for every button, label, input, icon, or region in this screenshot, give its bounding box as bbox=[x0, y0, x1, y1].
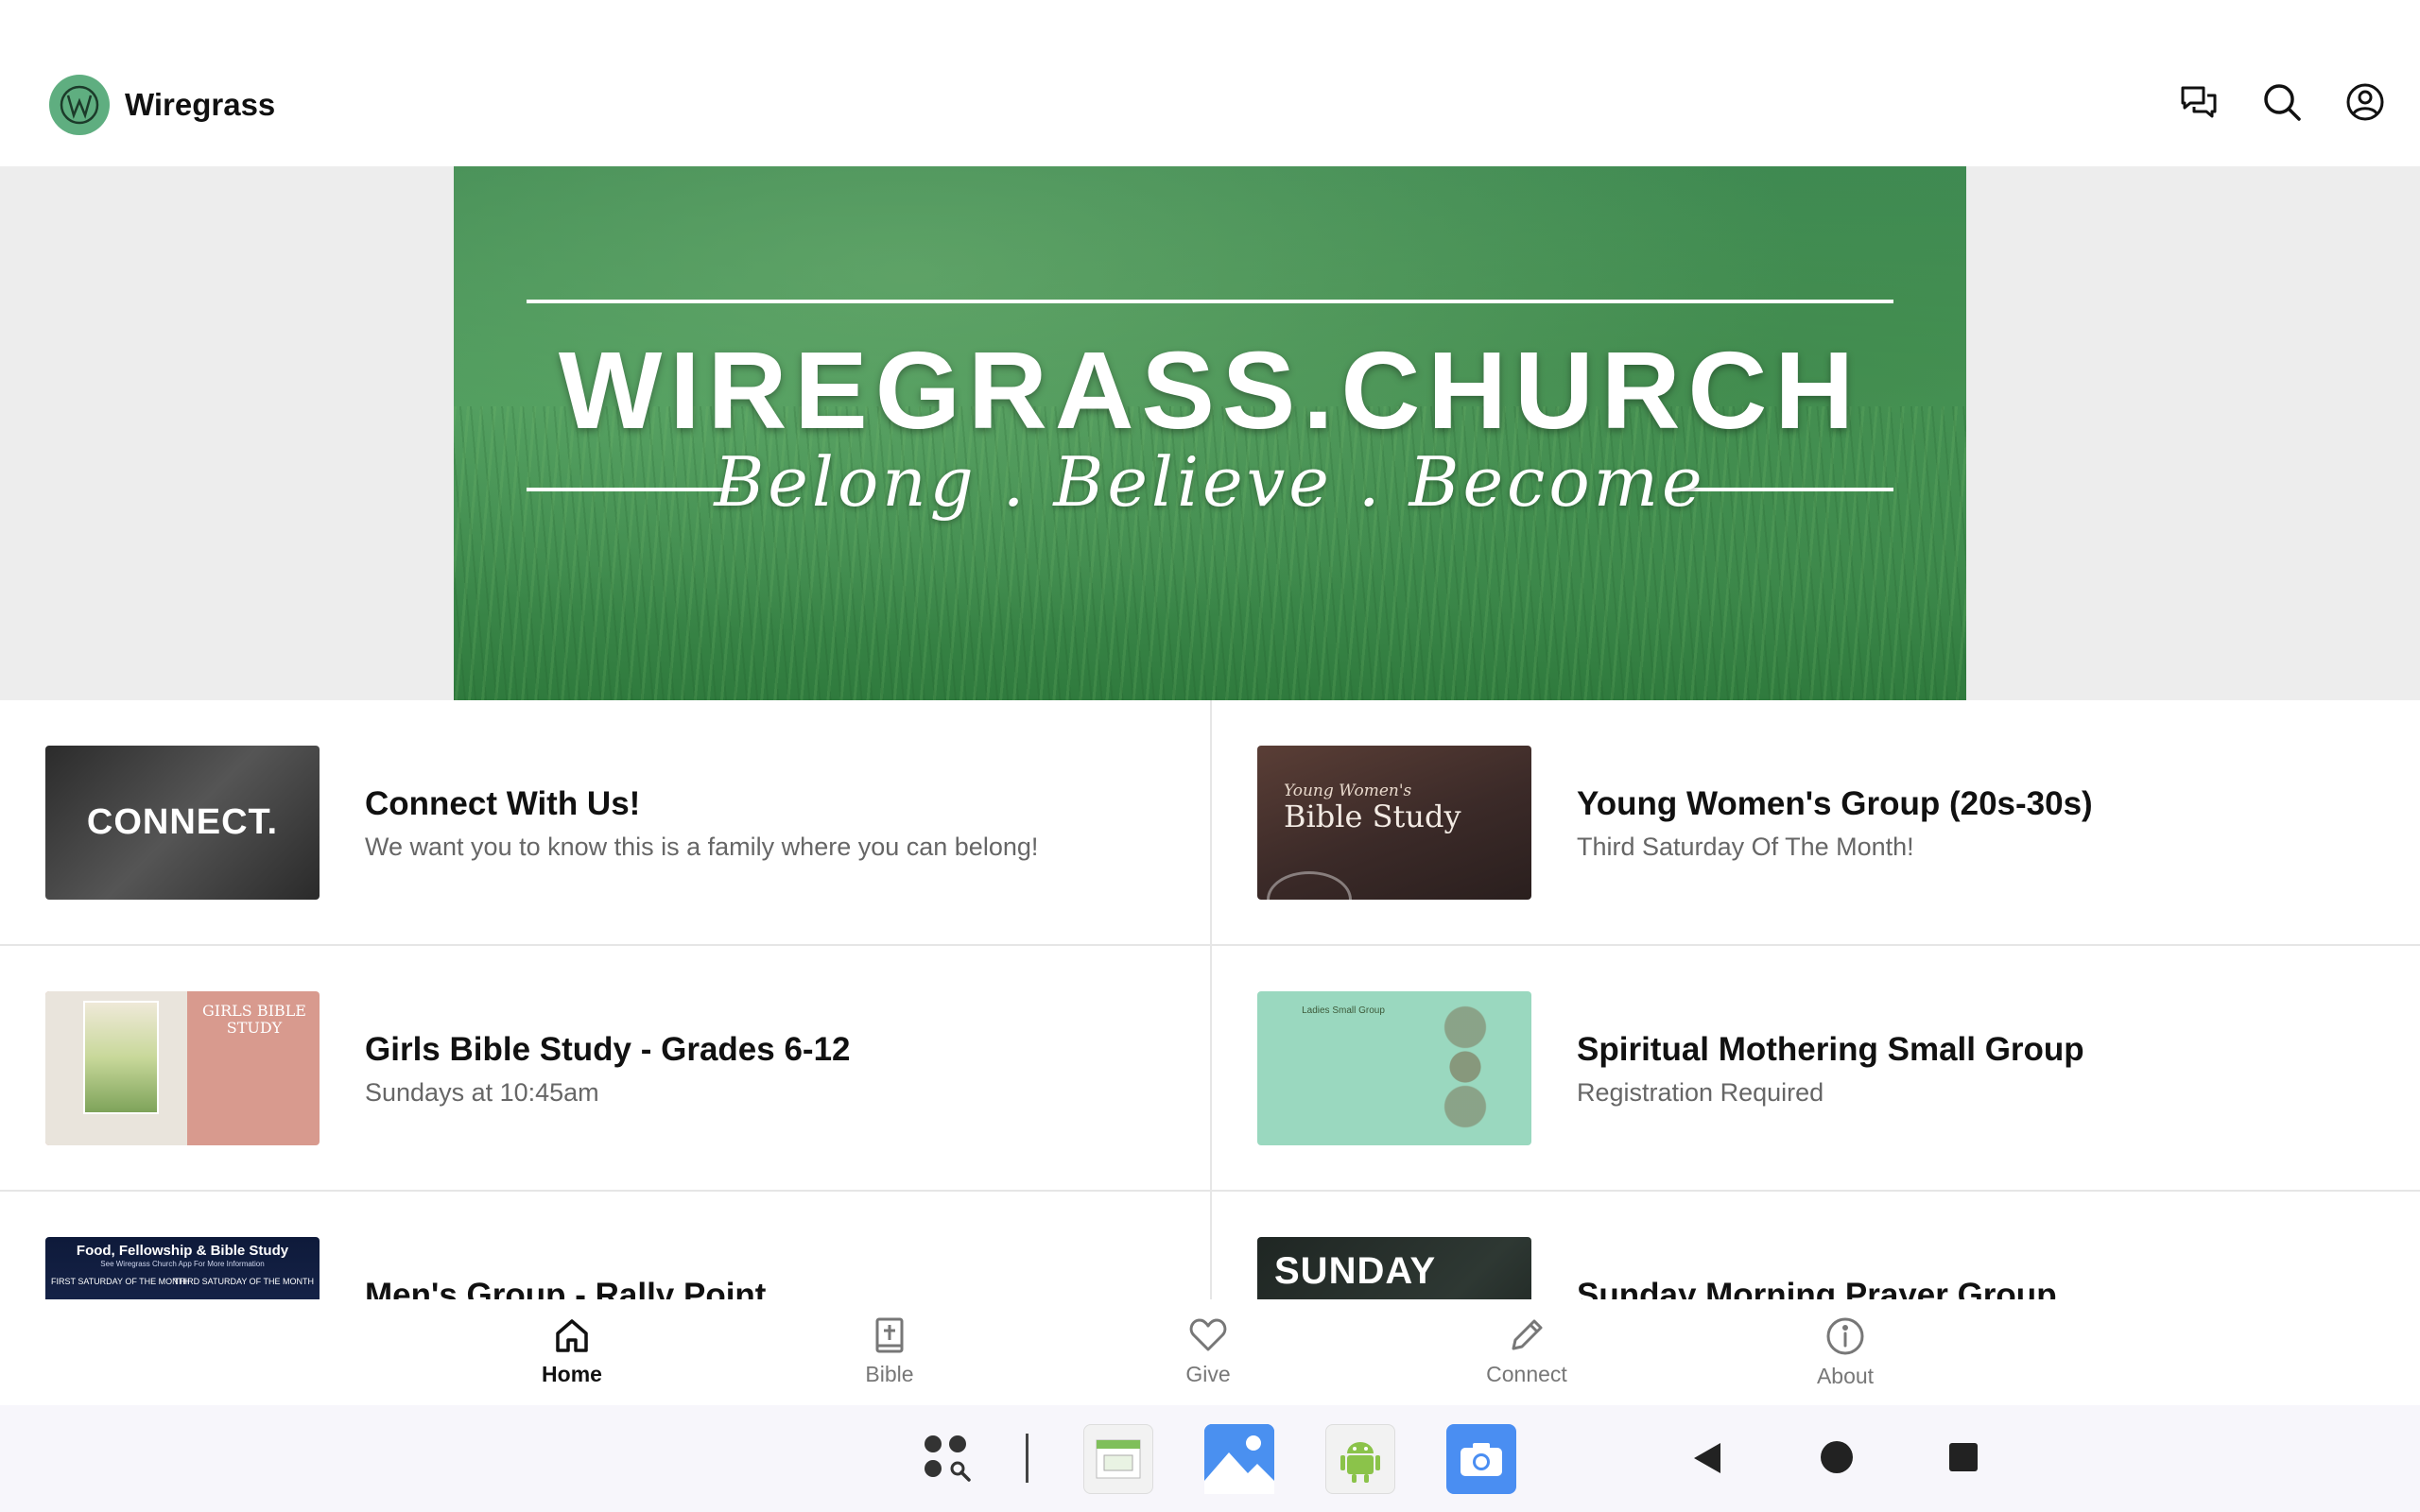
camera-app-icon[interactable] bbox=[1446, 1424, 1516, 1494]
calendar-app-icon[interactable] bbox=[1083, 1424, 1153, 1494]
back-icon[interactable] bbox=[1690, 1441, 1722, 1475]
thumbnail-text: Food, Fellowship & Bible Study bbox=[76, 1243, 289, 1259]
brand-logo-icon bbox=[49, 75, 110, 135]
banner-tagline: Belong . Believe . Become bbox=[714, 442, 1706, 522]
thumbnail-text: THIRD SATURDAY OF THE MONTH bbox=[173, 1277, 314, 1286]
home-icon bbox=[556, 1319, 588, 1352]
tab-bible[interactable]: Bible bbox=[814, 1316, 965, 1387]
item-thumbnail: CONNECT. bbox=[45, 746, 320, 900]
list-item[interactable]: Food, Fellowship & Bible Study See Wireg… bbox=[0, 1192, 1210, 1299]
tab-label: Give bbox=[1185, 1362, 1231, 1386]
tab-home[interactable]: Home bbox=[496, 1316, 648, 1387]
search-icon[interactable] bbox=[2261, 81, 2303, 123]
thumbnail-text: GIRLS BIBLE STUDY bbox=[202, 1002, 306, 1037]
thumbnail-text: Young Women's bbox=[1284, 782, 1412, 800]
item-thumbnail: Young Women's Bible Study bbox=[1257, 746, 1531, 900]
header-actions bbox=[2178, 81, 2386, 123]
item-subtitle: We want you to know this is a family whe… bbox=[365, 833, 1039, 861]
chat-icon[interactable] bbox=[2178, 81, 2220, 123]
recents-icon[interactable] bbox=[1947, 1441, 1979, 1473]
tab-label: Connect bbox=[1486, 1362, 1567, 1386]
app-root: Wiregrass WIREGRASS.CHURCH Belong . Beli… bbox=[0, 0, 2420, 1512]
heart-icon bbox=[1189, 1318, 1227, 1351]
banner-rule-top bbox=[527, 300, 1893, 303]
item-title: Girls Bible Study - Grades 6-12 bbox=[365, 1031, 851, 1068]
tab-about[interactable]: About bbox=[1770, 1316, 1921, 1389]
thumbnail-decoration bbox=[1267, 871, 1352, 900]
item-title: Connect With Us! bbox=[365, 785, 641, 822]
item-subtitle: Registration Required bbox=[1577, 1078, 1824, 1107]
app-title: Wiregrass bbox=[125, 87, 276, 122]
tab-label: Home bbox=[542, 1362, 602, 1386]
info-icon bbox=[1826, 1317, 1864, 1355]
banner-title: WIREGRASS.CHURCH bbox=[558, 329, 1862, 452]
list-item[interactable]: GIRLS BIBLE STUDY Girls Bible Study - Gr… bbox=[0, 946, 1210, 1192]
gallery-app-icon[interactable] bbox=[1204, 1424, 1274, 1494]
thumbnail-floral-decoration bbox=[1427, 1001, 1503, 1133]
tab-label: About bbox=[1816, 1364, 1875, 1388]
system-taskbar bbox=[0, 1405, 2420, 1512]
app-header: Wiregrass bbox=[0, 0, 2420, 166]
bible-icon bbox=[875, 1317, 904, 1353]
thumbnail-text: FIRST SATURDAY OF THE MONTH bbox=[51, 1277, 190, 1286]
item-thumbnail: GIRLS BIBLE STUDY bbox=[45, 991, 320, 1145]
thumbnail-text: See Wiregrass Church App For More Inform… bbox=[100, 1260, 265, 1268]
list-item[interactable]: SUNDAY Sunday Morning Prayer Group bbox=[1212, 1192, 2420, 1299]
list-item[interactable]: CONNECT. Connect With Us! We want you to… bbox=[0, 700, 1210, 946]
item-subtitle: Sundays at 10:45am bbox=[365, 1078, 599, 1107]
android-app-icon[interactable] bbox=[1325, 1424, 1395, 1494]
app-drawer-icon[interactable] bbox=[922, 1433, 977, 1487]
item-subtitle: Third Saturday Of The Month! bbox=[1577, 833, 1914, 861]
tab-give[interactable]: Give bbox=[1132, 1316, 1284, 1387]
pencil-icon bbox=[1512, 1319, 1543, 1350]
brand[interactable]: Wiregrass bbox=[49, 75, 275, 135]
tab-label: Bible bbox=[865, 1362, 914, 1386]
thumbnail-text: CONNECT. bbox=[86, 802, 279, 842]
thumbnail-text: Bible Study bbox=[1284, 799, 1461, 834]
feed-list: CONNECT. Connect With Us! We want you to… bbox=[0, 700, 2420, 1299]
item-thumbnail: Food, Fellowship & Bible Study See Wireg… bbox=[45, 1237, 320, 1299]
account-icon[interactable] bbox=[2344, 81, 2386, 123]
item-thumbnail: Ladies Small Group bbox=[1257, 991, 1531, 1145]
list-item[interactable]: Ladies Small Group Spiritual Mothering S… bbox=[1212, 946, 2420, 1192]
list-item[interactable]: Young Women's Bible Study Young Women's … bbox=[1212, 700, 2420, 946]
thumbnail-text: Ladies Small Group bbox=[1302, 1005, 1385, 1016]
item-thumbnail: SUNDAY bbox=[1257, 1237, 1531, 1299]
item-title: Young Women's Group (20s-30s) bbox=[1577, 785, 2093, 822]
item-title: Men's Group - Rally Point bbox=[365, 1277, 767, 1299]
item-title: Spiritual Mothering Small Group bbox=[1577, 1031, 2084, 1068]
hero-banner[interactable]: WIREGRASS.CHURCH Belong . Believe . Beco… bbox=[454, 166, 1966, 700]
bottom-navigation: Home Bible Give Connect About bbox=[0, 1299, 2420, 1405]
thumbnail-book bbox=[83, 1001, 159, 1114]
taskbar-divider bbox=[1026, 1434, 1028, 1483]
tab-connect[interactable]: Connect bbox=[1451, 1316, 1602, 1387]
home-circle-icon[interactable] bbox=[1819, 1439, 1855, 1475]
item-title: Sunday Morning Prayer Group bbox=[1577, 1277, 2057, 1299]
thumbnail-text: SUNDAY bbox=[1274, 1250, 1437, 1292]
